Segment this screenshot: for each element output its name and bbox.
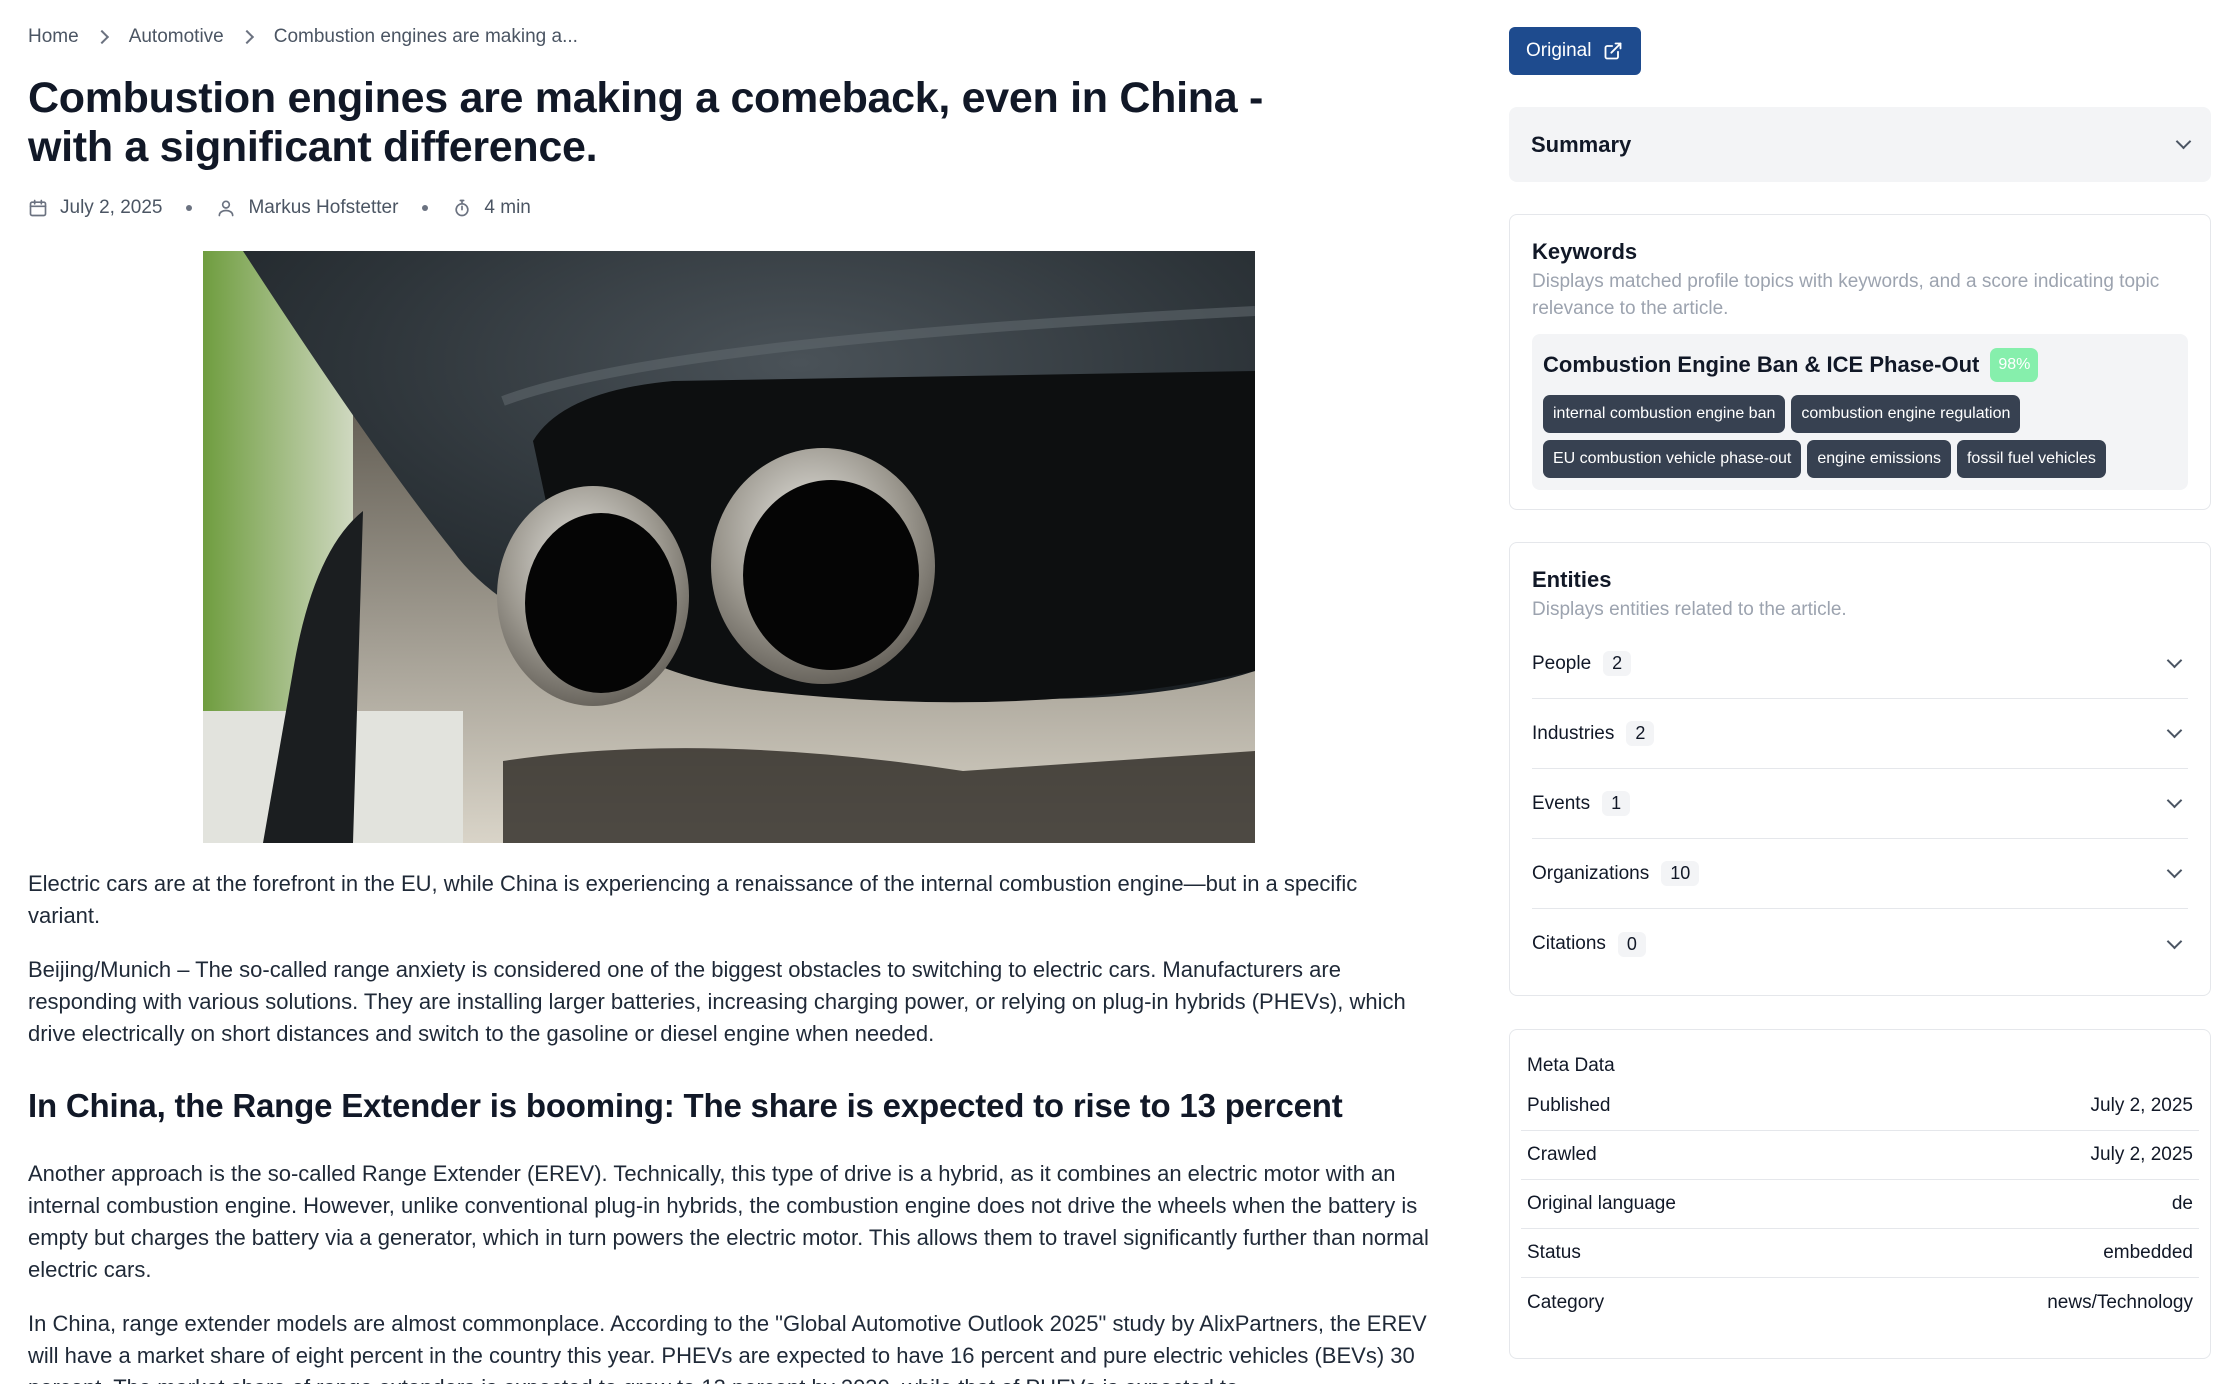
chevron-down-icon bbox=[2166, 652, 2183, 669]
keyword-topic: Combustion Engine Ban & ICE Phase-Out 98… bbox=[1532, 334, 2188, 490]
timer-icon bbox=[455, 199, 470, 217]
entities-subtitle: Displays entities related to the article… bbox=[1532, 599, 1847, 620]
entity-group-name: Industries bbox=[1532, 722, 1615, 744]
meta-row-category: Category news/Technology bbox=[1521, 1278, 2199, 1327]
user-icon bbox=[218, 200, 234, 217]
keyword-topic-header: Combustion Engine Ban & ICE Phase-Out 98… bbox=[1543, 348, 2177, 382]
meta-value: July 2, 2025 bbox=[2090, 1095, 2193, 1116]
meta-data-card: Meta Data Published July 2, 2025 Crawled… bbox=[1509, 1029, 2211, 1359]
keyword-tag[interactable]: fossil fuel vehicles bbox=[1956, 440, 2106, 478]
entity-group-label: Citations 0 bbox=[1532, 931, 1646, 957]
keyword-tag[interactable]: internal combustion engine ban bbox=[1543, 395, 1786, 433]
meta-row-language: Original language de bbox=[1521, 1180, 2199, 1229]
meta-key: Original language bbox=[1527, 1193, 1676, 1214]
entity-group-name: People bbox=[1532, 652, 1592, 674]
chevron-down-icon bbox=[2166, 722, 2183, 739]
meta-key: Published bbox=[1527, 1095, 1611, 1116]
article-paragraph: Another approach is the so-called Range … bbox=[28, 1161, 1429, 1282]
meta-data-title: Meta Data bbox=[1527, 1055, 1615, 1076]
entity-count-badge: 2 bbox=[1603, 651, 1632, 676]
entity-count-badge: 2 bbox=[1626, 721, 1655, 746]
separator-dot bbox=[422, 205, 429, 211]
meta-value: news/Technology bbox=[2047, 1291, 2193, 1313]
chevron-down-icon bbox=[2175, 133, 2192, 150]
author-text: Markus Hofstetter bbox=[248, 197, 399, 218]
summary-label: Summary bbox=[1531, 131, 1632, 157]
article-author: Markus Hofstetter bbox=[216, 197, 398, 219]
entity-group-label: Organizations 10 bbox=[1532, 861, 1700, 886]
entity-group-label: Industries 2 bbox=[1532, 721, 1655, 746]
breadcrumb-category[interactable]: Automotive bbox=[129, 26, 224, 48]
meta-row-crawled: Crawled July 2, 2025 bbox=[1521, 1131, 2199, 1180]
breadcrumb: Home Automotive Combustion engines are m… bbox=[28, 26, 578, 48]
meta-key: Category bbox=[1527, 1291, 1605, 1313]
summary-accordion[interactable]: Summary bbox=[1509, 107, 2211, 182]
breadcrumb-home[interactable]: Home bbox=[28, 26, 79, 48]
entity-group-events[interactable]: Events 1 bbox=[1532, 769, 2188, 839]
keyword-tag[interactable]: combustion engine regulation bbox=[1791, 395, 2021, 433]
entity-group-label: Events 1 bbox=[1532, 791, 1631, 816]
keywords-subtitle: Displays matched profile topics with key… bbox=[1532, 271, 2160, 319]
meta-row-status: Status embedded bbox=[1521, 1229, 2199, 1278]
exhaust-pipes-photo bbox=[203, 251, 1255, 843]
meta-key: Status bbox=[1527, 1242, 1581, 1263]
entity-group-label: People 2 bbox=[1532, 651, 1632, 676]
article-paragraph: Electric cars are at the forefront in th… bbox=[28, 871, 1358, 928]
original-button-label: Original bbox=[1526, 40, 1592, 61]
chevron-right-icon bbox=[94, 29, 109, 45]
article-heading: In China, the Range Extender is booming:… bbox=[28, 1087, 1343, 1124]
chevron-down-icon bbox=[2166, 862, 2183, 879]
original-button[interactable]: Original bbox=[1509, 27, 1642, 75]
keyword-topic-name: Combustion Engine Ban & ICE Phase-Out bbox=[1543, 352, 1980, 377]
keyword-tag[interactable]: EU combustion vehicle phase-out bbox=[1543, 440, 1802, 478]
chevron-down-icon bbox=[2166, 792, 2183, 809]
breadcrumb-current: Combustion engines are making a... bbox=[273, 26, 578, 47]
article-meta: July 2, 2025 Markus Hofstetter 4 min bbox=[28, 197, 531, 219]
entity-count-badge: 1 bbox=[1602, 791, 1631, 816]
separator-dot bbox=[186, 205, 193, 211]
entity-group-people[interactable]: People 2 bbox=[1532, 629, 2188, 699]
meta-value: July 2, 2025 bbox=[2090, 1144, 2193, 1165]
entity-group-citations[interactable]: Citations 0 bbox=[1532, 909, 2188, 979]
keywords-title: Keywords bbox=[1532, 239, 1638, 264]
score-badge: 98% bbox=[1990, 348, 2039, 382]
entities-list: People 2 Industries 2 Events 1 Organizat… bbox=[1532, 629, 2188, 979]
keywords-card: Keywords Displays matched profile topics… bbox=[1509, 214, 2211, 510]
entities-card: Entities Displays entities related to th… bbox=[1509, 542, 2211, 996]
hero-image bbox=[203, 251, 1255, 843]
article-body: Electric cars are at the forefront in th… bbox=[28, 868, 1430, 1384]
meta-value: embedded bbox=[2103, 1242, 2193, 1263]
article-title: Combustion engines are making a comeback… bbox=[28, 74, 1264, 171]
entity-group-organizations[interactable]: Organizations 10 bbox=[1532, 839, 2188, 909]
meta-value: de bbox=[2171, 1193, 2193, 1214]
meta-key: Crawled bbox=[1527, 1144, 1597, 1165]
read-time-text: 4 min bbox=[484, 197, 531, 218]
chevron-down-icon bbox=[2166, 933, 2183, 949]
meta-row-published: Published July 2, 2025 bbox=[1521, 1082, 2199, 1131]
entity-group-name: Organizations bbox=[1532, 862, 1650, 884]
entity-group-name: Events bbox=[1532, 792, 1591, 814]
article-paragraph: Beijing/Munich – The so-called range anx… bbox=[28, 957, 1406, 1046]
external-link-icon bbox=[1605, 42, 1622, 60]
date-text: July 2, 2025 bbox=[60, 197, 163, 218]
keyword-tag[interactable]: engine emissions bbox=[1807, 440, 1951, 478]
article-date: July 2, 2025 bbox=[28, 197, 162, 219]
chevron-right-icon bbox=[239, 29, 254, 45]
article-paragraph: In China, range extender models are almo… bbox=[28, 1311, 1427, 1384]
entity-group-industries[interactable]: Industries 2 bbox=[1532, 699, 2188, 769]
entity-group-name: Citations bbox=[1532, 933, 1606, 954]
entity-count-badge: 10 bbox=[1661, 861, 1700, 886]
entity-count-badge: 0 bbox=[1617, 931, 1646, 957]
entities-title: Entities bbox=[1532, 567, 1612, 592]
calendar-icon bbox=[29, 199, 47, 217]
article-read-time: 4 min bbox=[452, 197, 531, 219]
keyword-tags: internal combustion engine ban combustio… bbox=[1543, 395, 2177, 478]
